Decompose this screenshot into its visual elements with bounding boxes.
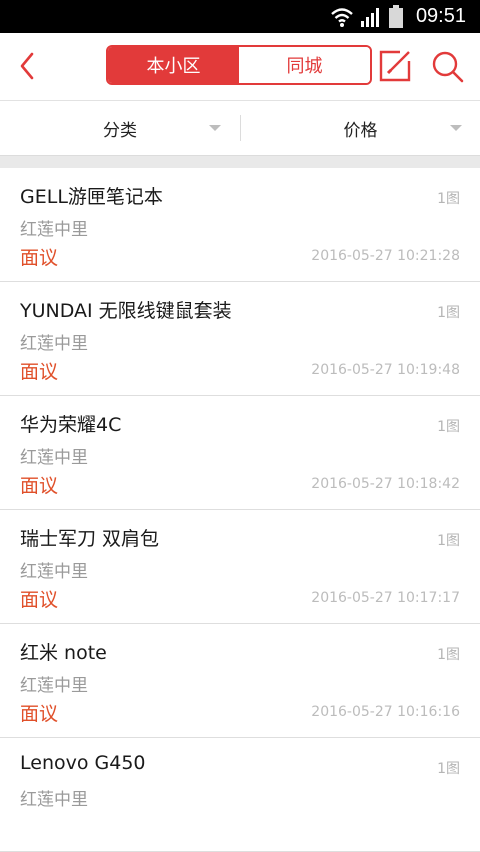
item-location: 红莲中里 xyxy=(20,676,88,696)
item-price: 面议 xyxy=(20,589,59,611)
top-navigation-bar: 本小区 同城 xyxy=(0,33,480,101)
wifi-icon xyxy=(331,7,353,27)
item-timestamp: 2016-05-27 10:19:48 xyxy=(311,362,460,378)
item-title: Lenovo G450 xyxy=(20,752,146,774)
filter-bar: 分类 价格 xyxy=(0,101,480,156)
item-timestamp: 2016-05-27 10:18:42 xyxy=(311,476,460,492)
tab-community[interactable]: 本小区 xyxy=(108,47,239,83)
status-icons: 09:51 xyxy=(330,0,466,33)
back-arrow-icon[interactable] xyxy=(14,51,44,81)
list-item[interactable]: Lenovo G450 1图 红莲中里 xyxy=(0,738,480,852)
item-title: YUNDAI 无限线键鼠套装 xyxy=(20,300,232,322)
price-dropdown-icon xyxy=(450,125,462,131)
item-location: 红莲中里 xyxy=(20,562,88,582)
category-dropdown-icon xyxy=(209,125,221,131)
item-photo-count: 1图 xyxy=(437,191,460,207)
item-price: 面议 xyxy=(20,247,59,269)
item-timestamp: 2016-05-27 10:16:16 xyxy=(311,704,460,720)
list-item[interactable]: 红米 note 1图 红莲中里 面议 2016-05-27 10:16:16 xyxy=(0,624,480,738)
item-photo-count: 1图 xyxy=(437,761,460,777)
price-filter[interactable]: 价格 xyxy=(241,101,480,155)
item-price: 面议 xyxy=(20,703,59,725)
price-filter-label: 价格 xyxy=(343,120,378,141)
item-timestamp: 2016-05-27 10:17:17 xyxy=(311,590,460,606)
item-photo-count: 1图 xyxy=(437,419,460,435)
item-location: 红莲中里 xyxy=(20,790,88,810)
item-photo-count: 1图 xyxy=(437,305,460,321)
listing-list: GELL游匣笔记本 1图 红莲中里 面议 2016-05-27 10:21:28… xyxy=(0,168,480,852)
list-item[interactable]: GELL游匣笔记本 1图 红莲中里 面议 2016-05-27 10:21:28 xyxy=(0,168,480,282)
signal-icon xyxy=(360,7,379,27)
item-price: 面议 xyxy=(20,475,59,497)
item-photo-count: 1图 xyxy=(437,647,460,663)
search-icon[interactable] xyxy=(430,49,464,83)
edit-icon[interactable] xyxy=(378,49,412,83)
status-time: 09:51 xyxy=(415,5,466,27)
item-price: 面议 xyxy=(20,361,59,383)
item-location: 红莲中里 xyxy=(20,220,88,240)
category-filter-label: 分类 xyxy=(103,120,137,141)
item-location: 红莲中里 xyxy=(20,334,88,354)
list-item[interactable]: 瑞士军刀 双肩包 1图 红莲中里 面议 2016-05-27 10:17:17 xyxy=(0,510,480,624)
scope-tab-switcher: 本小区 同城 xyxy=(106,45,372,85)
item-title: GELL游匣笔记本 xyxy=(20,186,163,208)
item-title: 华为荣耀4C xyxy=(20,414,122,436)
tab-same-city[interactable]: 同城 xyxy=(239,47,370,83)
category-filter[interactable]: 分类 xyxy=(0,101,240,155)
item-location: 红莲中里 xyxy=(20,448,88,468)
section-separator xyxy=(0,156,480,168)
status-bar: 09:51 xyxy=(0,0,480,33)
list-item[interactable]: YUNDAI 无限线键鼠套装 1图 红莲中里 面议 2016-05-27 10:… xyxy=(0,282,480,396)
item-title: 红米 note xyxy=(20,642,107,664)
item-photo-count: 1图 xyxy=(437,533,460,549)
item-timestamp: 2016-05-27 10:21:28 xyxy=(311,248,460,264)
list-item[interactable]: 华为荣耀4C 1图 红莲中里 面议 2016-05-27 10:18:42 xyxy=(0,396,480,510)
battery-icon xyxy=(388,4,403,28)
item-title: 瑞士军刀 双肩包 xyxy=(20,528,160,550)
